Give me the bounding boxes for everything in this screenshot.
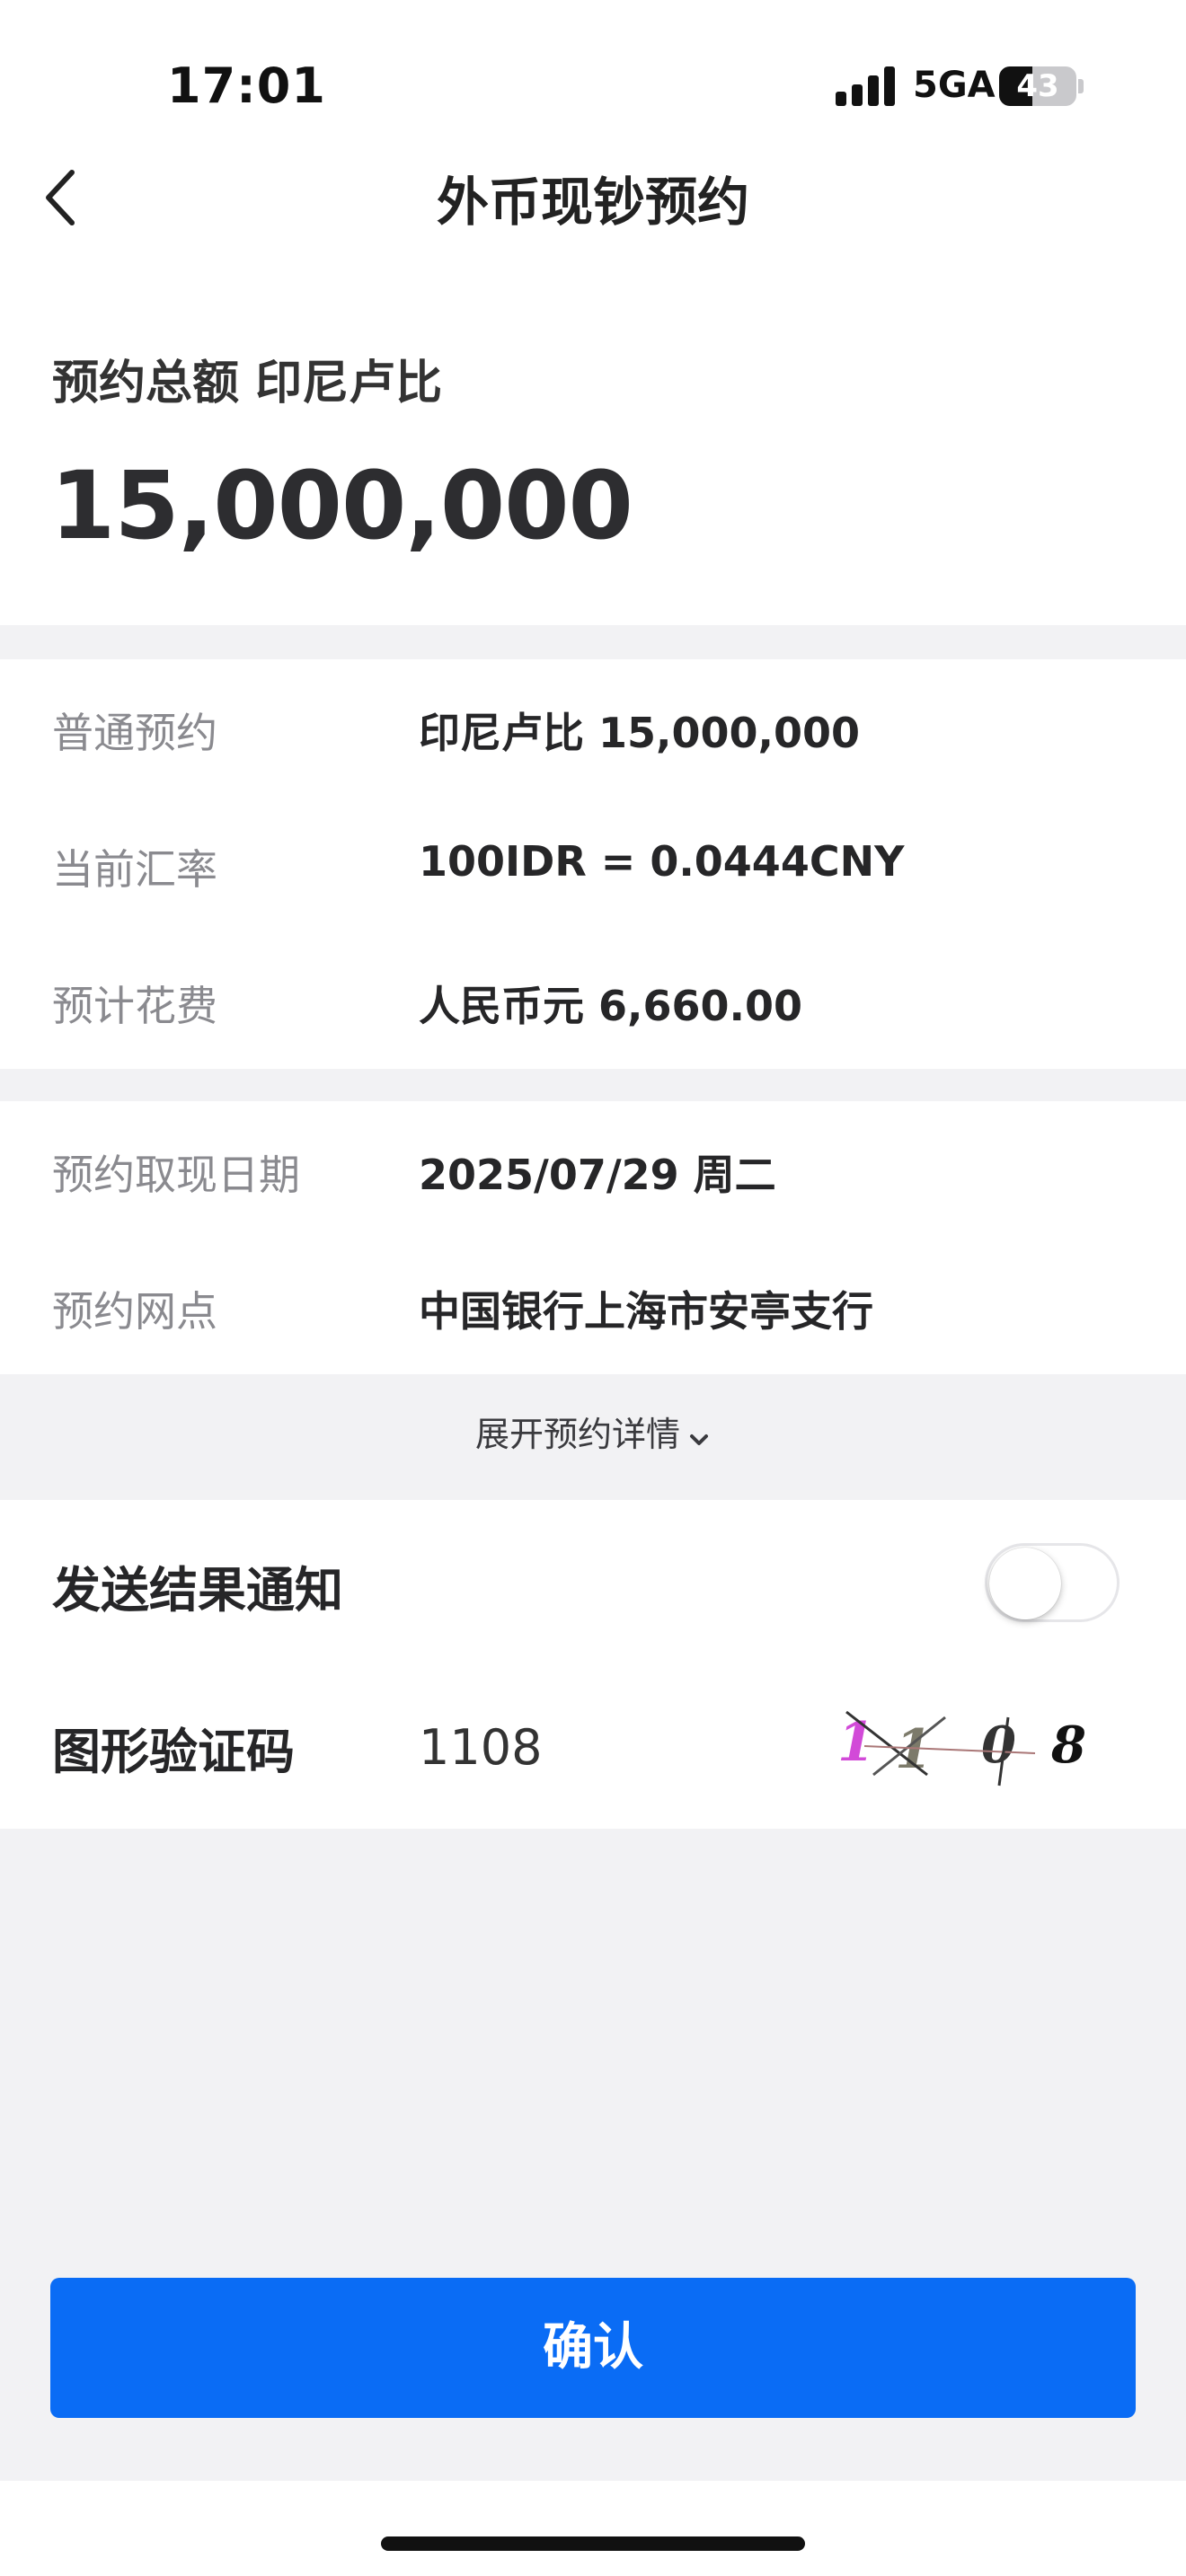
detail-label-cost: 预计花费 (52, 982, 217, 1030)
expand-details-label: 展开预约详情 (474, 1415, 680, 1454)
captcha-image[interactable]: 1 1 0 8 (828, 1699, 1134, 1796)
battery-icon: 43 (999, 66, 1076, 106)
total-amount-value: 15,000,000 (50, 451, 633, 560)
detail-value-rate: 100IDR = 0.0444CNY (419, 837, 905, 886)
detail-value-cost: 人民币元 6,660.00 (419, 982, 803, 1030)
pickup-value-date: 2025/07/29 周二 (419, 1151, 776, 1199)
status-time: 17:01 (167, 57, 326, 114)
captcha-input[interactable]: 1108 (419, 1719, 542, 1776)
page-title: 外币现钞预约 (436, 172, 749, 233)
detail-value-type: 印尼卢比 15,000,000 (419, 709, 861, 757)
toggle-knob (989, 1548, 1061, 1619)
expand-details-link[interactable]: 展开预约详情 (0, 1407, 1186, 1457)
captcha-label: 图形验证码 (52, 1724, 295, 1780)
signal-icon (836, 66, 898, 106)
detail-label-rate: 当前汇率 (52, 845, 217, 894)
svg-text:1: 1 (895, 1718, 933, 1781)
pickup-label-date: 预约取现日期 (52, 1151, 300, 1199)
svg-text:0: 0 (981, 1716, 1016, 1775)
pickup-label-branch: 预约网点 (52, 1287, 217, 1336)
header-area: 17:01 5GA 43 外币现钞预约 预约总额 印尼卢比 15,000,000 (0, 0, 1186, 625)
total-amount-label: 预约总额 印尼卢比 (52, 357, 443, 410)
chevron-down-icon (687, 1417, 711, 1457)
network-type: 5GA (913, 65, 996, 106)
detail-label-type: 普通预约 (52, 709, 217, 757)
battery-tip (1078, 79, 1084, 93)
svg-text:8: 8 (1050, 1716, 1086, 1775)
pickup-value-branch: 中国银行上海市安亭支行 (419, 1287, 873, 1336)
pickup-details-card: 预约取现日期 2025/07/29 周二 预约网点 中国银行上海市安亭支行 (0, 1101, 1186, 1374)
reservation-details-card: 普通预约 印尼卢比 15,000,000 当前汇率 100IDR = 0.044… (0, 659, 1186, 1069)
notify-label: 发送结果通知 (52, 1562, 343, 1619)
bottom-bar (0, 2481, 1186, 2576)
home-indicator[interactable] (381, 2536, 805, 2551)
confirm-button[interactable]: 确认 (50, 2278, 1136, 2418)
notify-toggle[interactable] (985, 1543, 1120, 1622)
battery-percent: 43 (1016, 68, 1059, 104)
